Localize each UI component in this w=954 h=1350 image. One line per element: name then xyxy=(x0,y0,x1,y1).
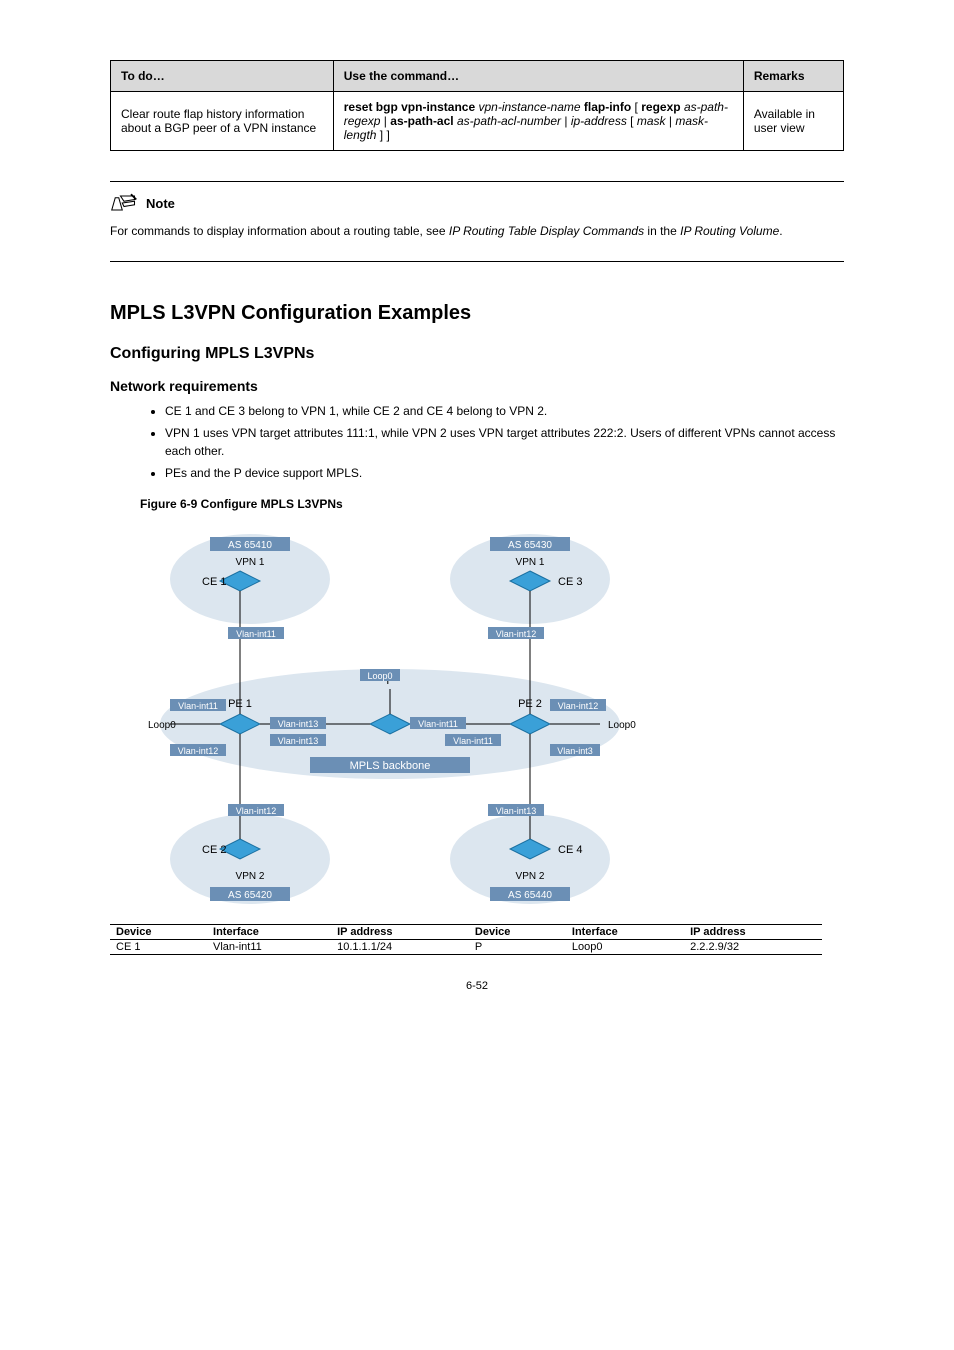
note-title: Note xyxy=(146,196,175,211)
heading-2: Configuring MPLS L3VPNs xyxy=(110,345,844,363)
addr-th: Device xyxy=(469,925,566,940)
cmd-th-1: To do… xyxy=(111,61,334,92)
command-table: To do… Use the command… Remarks Clear ro… xyxy=(110,60,844,151)
heading-3: Network requirements xyxy=(110,378,844,394)
addr-td: 10.1.1.1/24 xyxy=(331,940,469,955)
svg-text:CE 4: CE 4 xyxy=(558,844,582,856)
svg-text:CE 3: CE 3 xyxy=(558,576,582,588)
svg-text:Vlan-int11: Vlan-int11 xyxy=(453,736,493,746)
svg-text:CE 1: CE 1 xyxy=(202,576,226,588)
svg-text:Loop0: Loop0 xyxy=(608,720,636,731)
svg-text:AS 65420: AS 65420 xyxy=(228,890,272,901)
svg-text:Vlan-int13: Vlan-int13 xyxy=(496,806,537,816)
figure-caption: Figure 6-9 Configure MPLS L3VPNs xyxy=(110,497,844,511)
svg-text:AS 65410: AS 65410 xyxy=(228,540,272,551)
svg-text:VPN 1: VPN 1 xyxy=(516,557,545,568)
svg-text:Vlan-int11: Vlan-int11 xyxy=(178,701,218,711)
svg-text:Vlan-int11: Vlan-int11 xyxy=(418,719,458,729)
svg-text:Vlan-int12: Vlan-int12 xyxy=(558,701,599,711)
cmd-th-2: Use the command… xyxy=(333,61,743,92)
svg-text:Loop0: Loop0 xyxy=(148,720,176,731)
note-icon xyxy=(110,192,138,214)
svg-text:Vlan-int13: Vlan-int13 xyxy=(278,736,319,746)
addr-td: Loop0 xyxy=(566,940,684,955)
requirements-list: CE 1 and CE 3 belong to VPN 1, while CE … xyxy=(110,402,844,482)
svg-text:VPN 2: VPN 2 xyxy=(516,871,545,882)
addr-td: CE 1 xyxy=(110,940,207,955)
page-number: 6-52 xyxy=(110,980,844,992)
svg-text:CE 2: CE 2 xyxy=(202,844,226,856)
cmd-desc: Clear route flap history information abo… xyxy=(111,92,334,151)
svg-text:Vlan-int11: Vlan-int11 xyxy=(236,629,276,639)
addr-th: IP address xyxy=(684,925,822,940)
cmd-command: reset bgp vpn-instance vpn-instance-name… xyxy=(333,92,743,151)
addr-th: IP address xyxy=(331,925,469,940)
heading-1: MPLS L3VPN Configuration Examples xyxy=(110,302,844,325)
cmd-remarks: Available in user view xyxy=(743,92,843,151)
addr-th: Interface xyxy=(207,925,331,940)
network-diagram: MPLS backbone MPLS backbone AS 65410 VPN… xyxy=(110,519,670,922)
list-item: PEs and the P device support MPLS. xyxy=(165,464,844,482)
svg-text:VPN 2: VPN 2 xyxy=(236,871,265,882)
note-block: Note For commands to display information… xyxy=(110,181,844,262)
svg-text:MPLS backbone: MPLS backbone xyxy=(350,760,431,772)
svg-text:VPN 1: VPN 1 xyxy=(236,557,265,568)
svg-text:Vlan-int3: Vlan-int3 xyxy=(557,746,593,756)
list-item: CE 1 and CE 3 belong to VPN 1, while CE … xyxy=(165,402,844,420)
svg-text:Loop0: Loop0 xyxy=(367,671,392,681)
addr-th: Interface xyxy=(566,925,684,940)
cmd-th-3: Remarks xyxy=(743,61,843,92)
svg-text:Vlan-int12: Vlan-int12 xyxy=(236,806,277,816)
address-table: Device Interface IP address Device Inter… xyxy=(110,924,822,955)
note-text: For commands to display information abou… xyxy=(110,222,844,241)
addr-th: Device xyxy=(110,925,207,940)
list-item: VPN 1 uses VPN target attributes 111:1, … xyxy=(165,424,844,460)
svg-text:AS 65440: AS 65440 xyxy=(508,890,552,901)
addr-td: P xyxy=(469,940,566,955)
svg-text:AS 65430: AS 65430 xyxy=(508,540,552,551)
svg-text:Vlan-int12: Vlan-int12 xyxy=(178,746,219,756)
addr-td: 2.2.2.9/32 xyxy=(684,940,822,955)
svg-text:Vlan-int13: Vlan-int13 xyxy=(278,719,319,729)
addr-td: Vlan-int11 xyxy=(207,940,331,955)
svg-text:Vlan-int12: Vlan-int12 xyxy=(496,629,537,639)
